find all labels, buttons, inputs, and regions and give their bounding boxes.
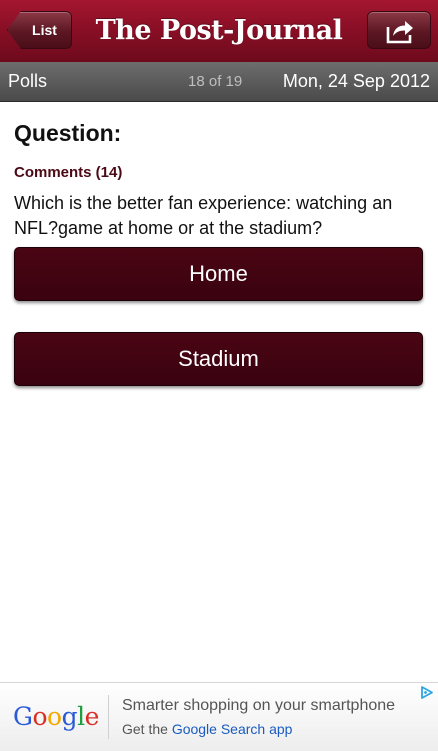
logo-letter: e	[84, 702, 100, 731]
ad-choices-icon[interactable]	[419, 685, 434, 700]
ad-app-link[interactable]: Google Search app	[172, 721, 293, 737]
app-title: The Post-Journal	[95, 15, 343, 46]
vote-stadium-button[interactable]: Stadium	[14, 332, 423, 386]
section-label: Polls	[8, 71, 48, 91]
google-logo: Google	[13, 683, 99, 751]
page-counter: 18 of 19	[188, 73, 243, 90]
question-heading: Question:	[14, 120, 122, 146]
logo-letter: o	[47, 702, 62, 731]
comments-link[interactable]: Comments (14)	[14, 164, 122, 181]
question-text: Which is the better fan experience: watc…	[14, 193, 393, 238]
logo-letter: o	[32, 702, 48, 731]
ad-banner[interactable]: Google Smarter shopping on your smartpho…	[0, 682, 438, 751]
logo-letter: g	[61, 702, 78, 731]
ad-subline-prefix: Get the	[122, 721, 172, 737]
ad-divider	[108, 695, 109, 739]
vote-home-button[interactable]: Home	[14, 247, 423, 301]
ad-headline: Smarter shopping on your smartphone	[122, 697, 396, 714]
app-header: List The Post-Journal	[0, 0, 438, 63]
share-icon	[386, 21, 413, 44]
list-back-button[interactable]: List	[7, 11, 72, 49]
section-bar: Polls 18 of 19 Mon, 24 Sep 2012	[0, 62, 438, 102]
ad-subline: Get the Google Search app	[122, 721, 292, 737]
date-label: Mon, 24 Sep 2012	[282, 71, 430, 91]
share-button[interactable]	[367, 11, 431, 49]
logo-letter: l	[77, 702, 85, 731]
logo-letter: G	[13, 702, 33, 731]
